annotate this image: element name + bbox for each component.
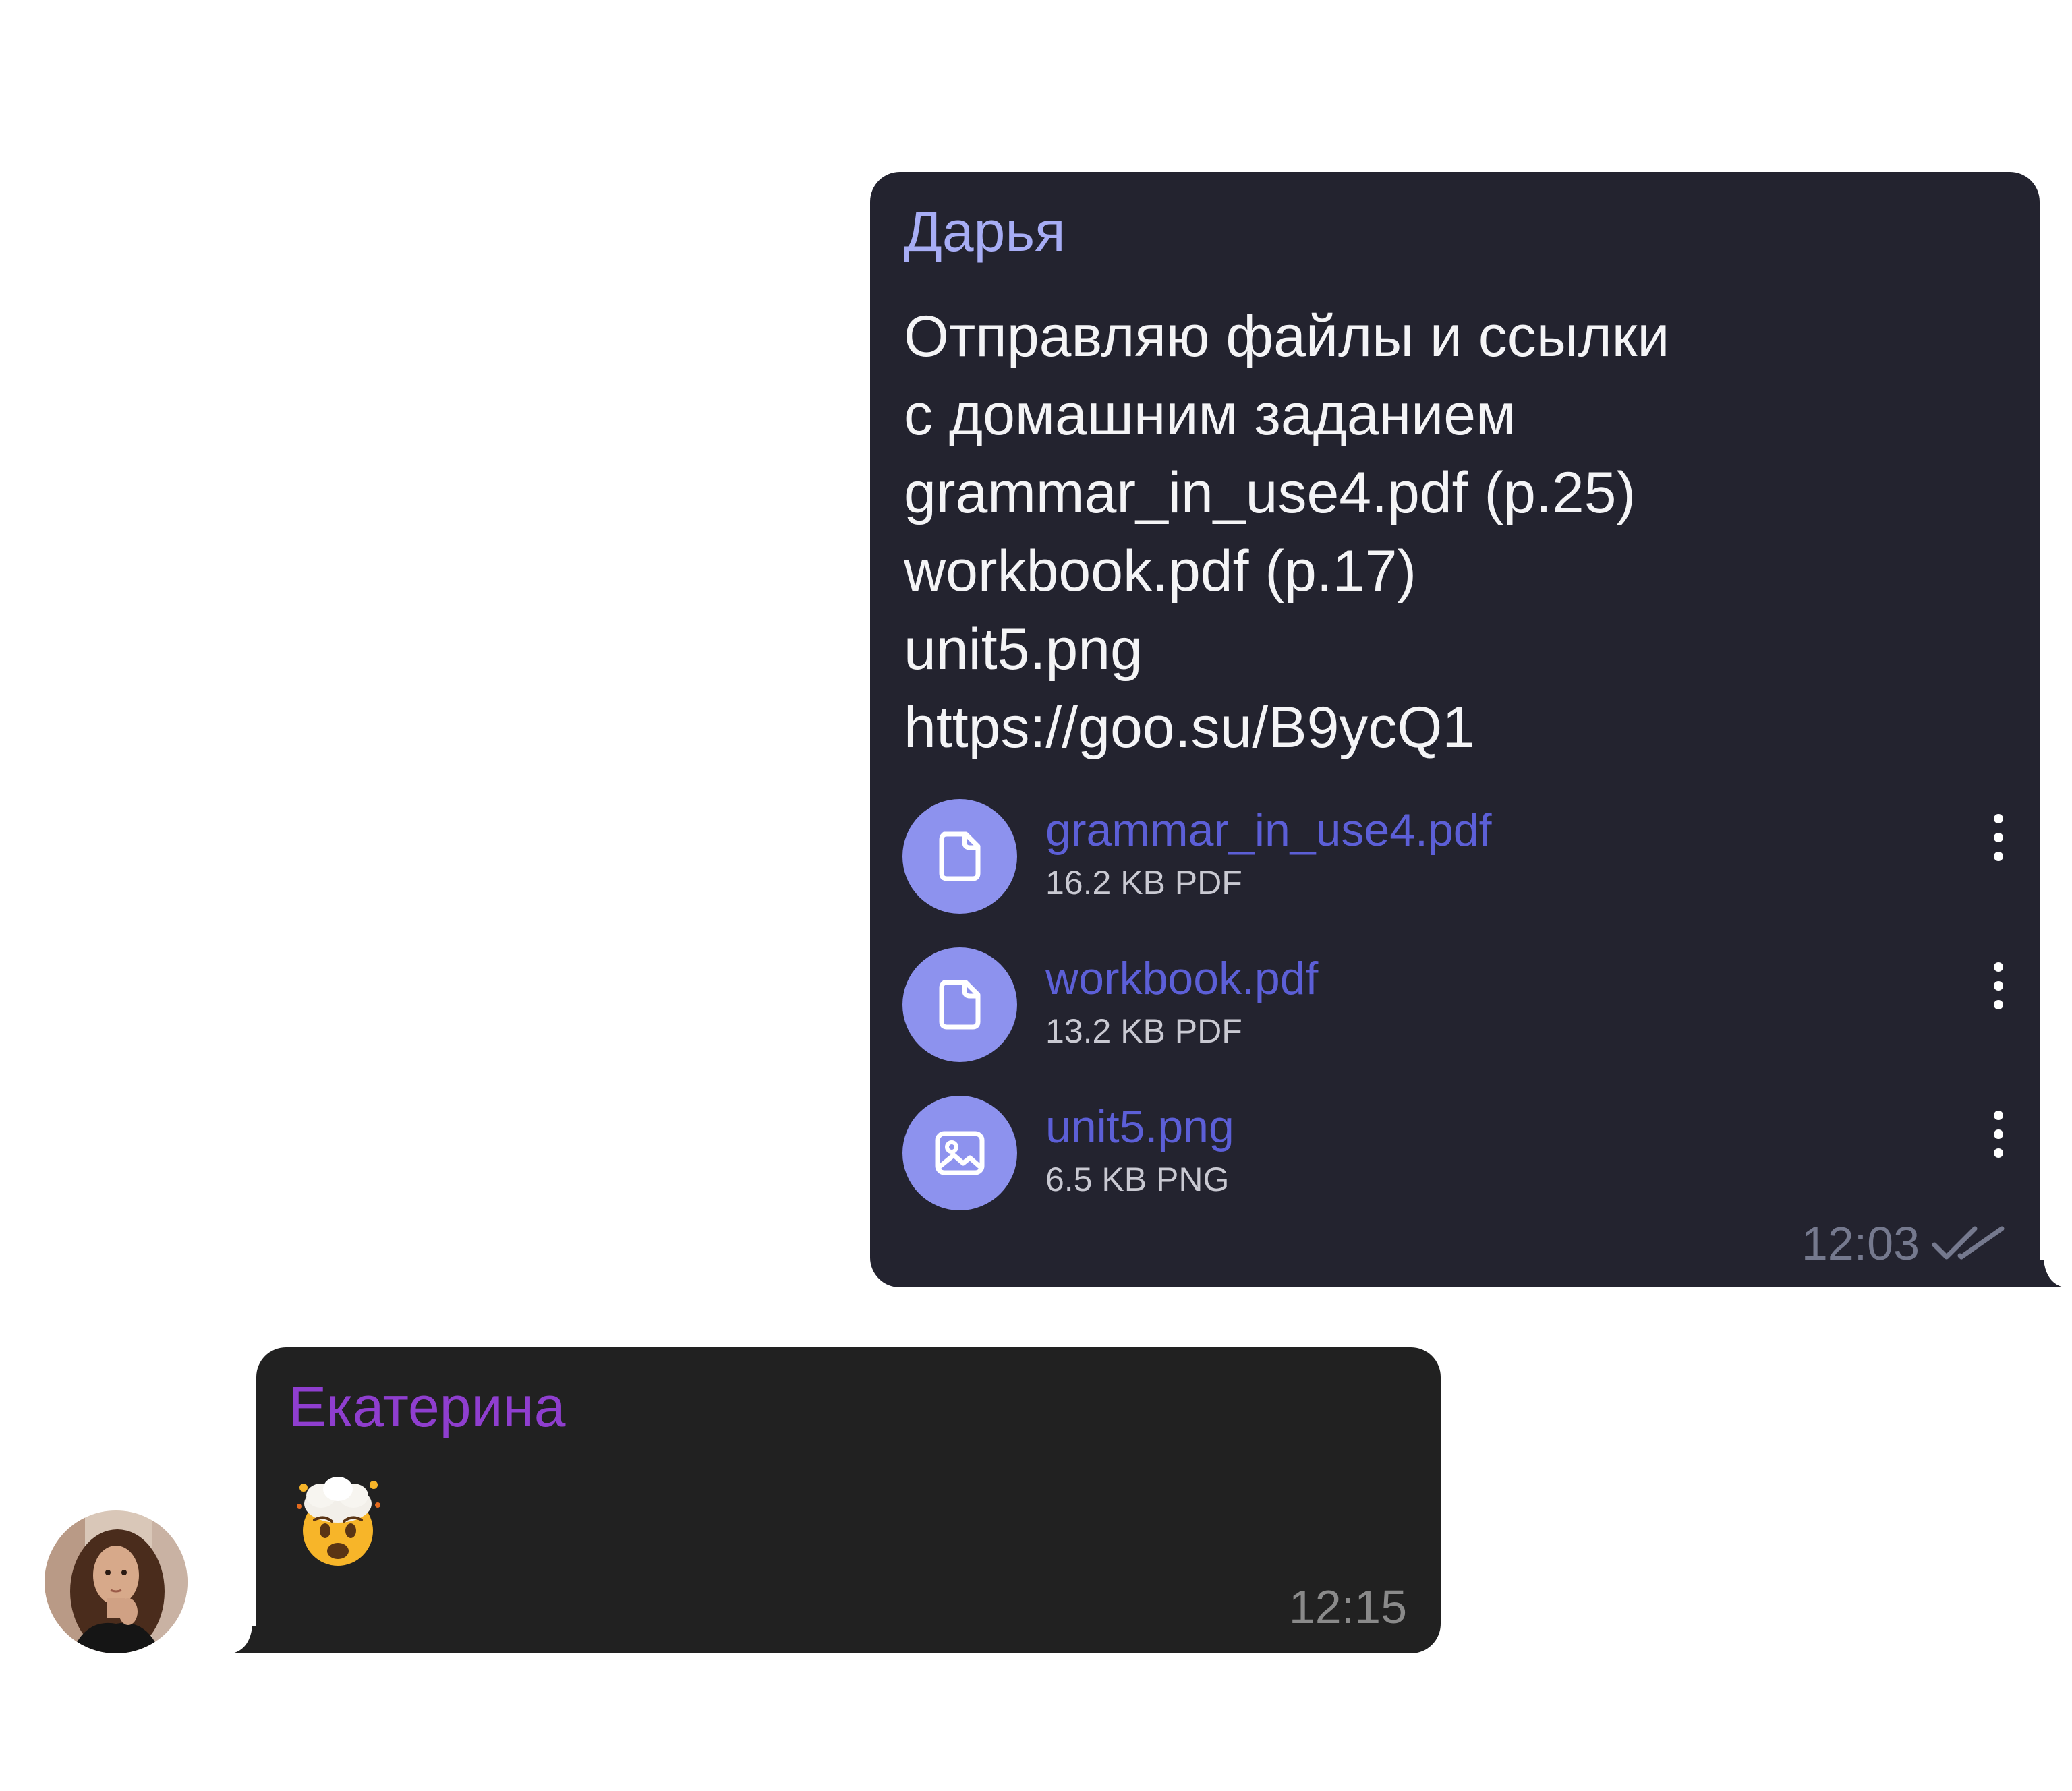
message-line: unit5.png (904, 617, 1143, 682)
message-link[interactable]: https://goo.su/B9ycQ1 (904, 688, 1996, 767)
file-attachment[interactable]: unit5.png 6.5 KB PNG (902, 1096, 2009, 1210)
document-icon[interactable] (902, 947, 1017, 1062)
sender-name: Дарья (904, 200, 1066, 263)
double-check-icon (1932, 1226, 2005, 1260)
message-line: Отправляю файлы и ссылки (904, 304, 1670, 369)
avatar[interactable] (45, 1510, 188, 1653)
sender-name: Екатерина (289, 1375, 566, 1438)
more-options-icon[interactable] (1988, 814, 2009, 861)
document-icon[interactable] (902, 799, 1017, 914)
message-time: 12:15 (1288, 1581, 1407, 1633)
document-icon-glyph (939, 831, 981, 881)
file-name-link[interactable]: grammar_in_use4.pdf (1045, 803, 1491, 857)
message-text: Отправляю файлы и ссылки с домашним зада… (904, 297, 1996, 767)
message-line: с домашним заданием (904, 382, 1516, 447)
file-size: 16.2 KB PDF (1045, 864, 1242, 902)
file-name-link[interactable]: unit5.png (1045, 1100, 1234, 1154)
file-name-link[interactable]: workbook.pdf (1045, 951, 1318, 1005)
file-attachment[interactable]: grammar_in_use4.pdf 16.2 KB PDF (902, 799, 2009, 914)
bubble-tail (2037, 1260, 2064, 1287)
more-options-icon[interactable] (1988, 962, 2009, 1009)
chat-area: Дарья Отправляю файлы и ссылки с домашни… (0, 0, 2072, 1791)
document-icon-glyph (939, 980, 981, 1030)
file-size: 6.5 KB PNG (1045, 1161, 1230, 1198)
exploding-head-emoji (297, 1477, 380, 1566)
message-line: grammar_in_use4.pdf (p.25) (904, 461, 1636, 525)
file-attachment[interactable]: workbook.pdf 13.2 KB PDF (902, 947, 2009, 1062)
message-meta: 12:03 (1802, 1213, 2006, 1274)
image-icon-glyph (935, 1131, 985, 1175)
image-icon[interactable] (902, 1096, 1017, 1210)
more-options-icon[interactable] (1988, 1111, 2009, 1158)
file-size: 13.2 KB PDF (1045, 1012, 1242, 1050)
message-bubble-outgoing[interactable]: Дарья Отправляю файлы и ссылки с домашни… (870, 172, 2064, 1287)
message-time: 12:03 (1801, 1217, 1920, 1270)
bubble-tail (232, 1626, 259, 1653)
message-bubble-incoming[interactable]: Екатерина 12:15 (232, 1347, 1441, 1653)
message-line: workbook.pdf (p.17) (904, 539, 1417, 604)
avatar-photo (45, 1510, 188, 1653)
